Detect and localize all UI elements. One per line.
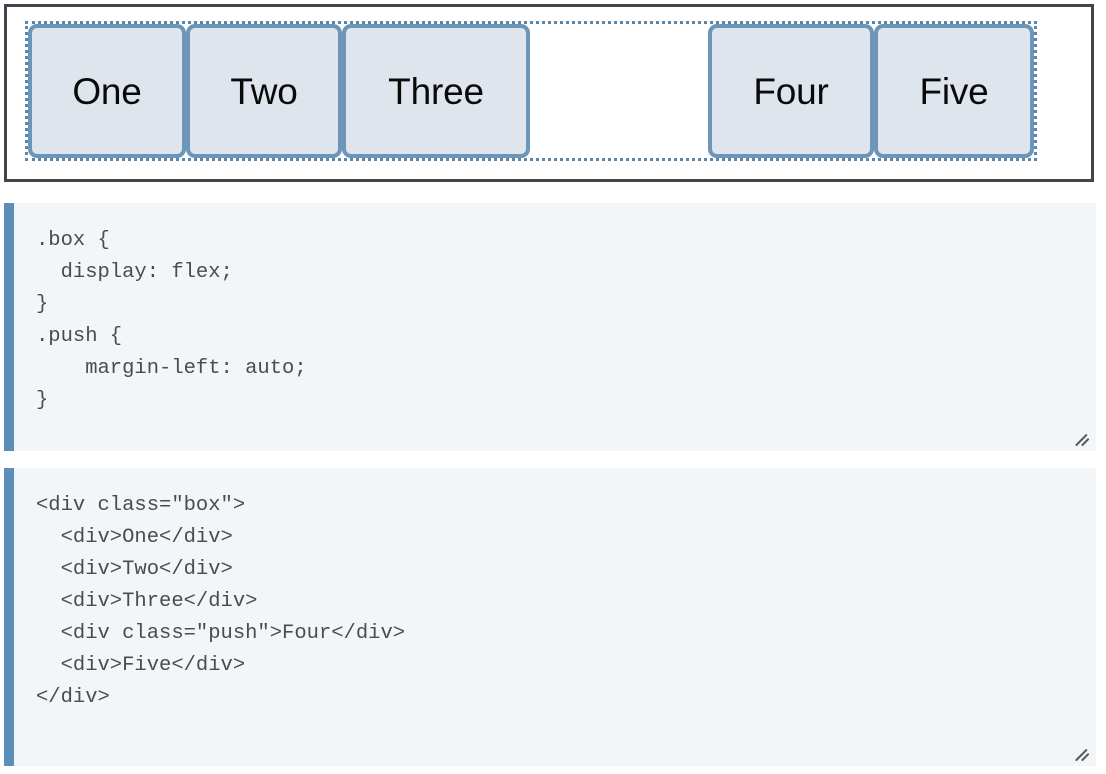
flex-container: One Two Three Four Five (25, 21, 1037, 161)
resize-grip-icon[interactable] (1074, 430, 1092, 448)
flex-item-two: Two (186, 24, 342, 158)
demo-preview-frame: One Two Three Four Five (4, 4, 1094, 182)
resize-grip-icon[interactable] (1074, 745, 1092, 763)
flex-item-four-push: Four (708, 24, 874, 158)
flex-item-three: Three (342, 24, 530, 158)
html-code-editor[interactable]: <div class="box"> <div>One</div> <div>Tw… (4, 468, 1096, 766)
flex-item-five: Five (874, 24, 1034, 158)
css-code-text[interactable]: .box { display: flex; } .push { margin-l… (14, 203, 1096, 417)
css-code-editor[interactable]: .box { display: flex; } .push { margin-l… (4, 203, 1096, 451)
html-code-text[interactable]: <div class="box"> <div>One</div> <div>Tw… (14, 468, 1096, 714)
flex-item-one: One (28, 24, 186, 158)
